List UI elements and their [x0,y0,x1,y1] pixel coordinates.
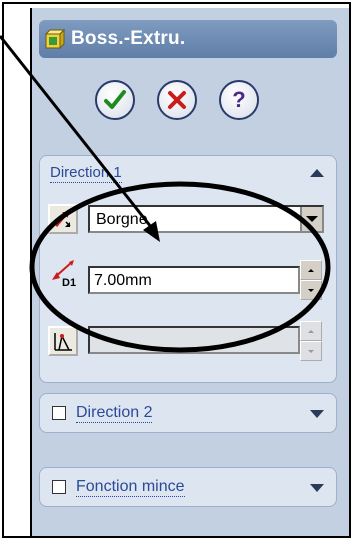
spin-down-icon[interactable] [300,341,322,361]
depth-input[interactable]: 7.00mm [88,266,300,294]
spin-down-icon[interactable] [300,280,322,300]
depth-value: 7.00mm [94,272,152,289]
reverse-direction-icon [54,212,71,227]
extrude-feature-icon [45,29,65,49]
end-condition-value: Borgne [96,211,148,228]
x-icon [168,91,186,109]
draft-icon [54,333,72,351]
expand-arrow-icon[interactable] [310,410,324,418]
help-button[interactable]: ? [219,80,259,120]
direction2-label[interactable]: Direction 2 [76,404,153,423]
depth-spinner[interactable] [300,260,322,300]
thin-feature-checkbox[interactable] [52,480,66,494]
depth-icon: D1 [52,260,76,288]
direction2-checkbox[interactable] [52,406,66,420]
ok-button[interactable] [95,80,135,120]
spin-up-icon[interactable] [300,260,322,280]
thin-feature-label[interactable]: Fonction mince [76,478,185,497]
reverse-direction-button[interactable] [48,204,78,234]
property-manager-panel: Boss.-Extru. ? Direction 1 Borgne D1 7.0… [30,8,349,536]
dropdown-arrow-icon[interactable] [300,207,322,231]
draft-angle-spinner[interactable] [300,321,322,361]
draft-angle-input[interactable] [88,326,300,354]
depth-label: D1 [62,277,76,288]
help-icon: ? [232,87,246,112]
checkmark-icon [104,90,126,109]
thin-feature-group[interactable]: Fonction mince [39,467,337,507]
collapse-arrow-icon[interactable] [310,169,324,177]
action-buttons: ? [95,80,295,122]
draft-button[interactable] [48,326,78,356]
direction1-group: Direction 1 Borgne D1 7.00mm [39,155,337,383]
end-condition-select[interactable]: Borgne [88,205,324,233]
cancel-button[interactable] [157,80,197,120]
spin-up-icon[interactable] [300,321,322,341]
feature-title-bar: Boss.-Extru. [39,20,337,58]
direction1-label[interactable]: Direction 1 [50,164,122,183]
feature-title: Boss.-Extru. [71,28,186,49]
direction2-group[interactable]: Direction 2 [39,393,337,433]
expand-arrow-icon[interactable] [310,484,324,492]
